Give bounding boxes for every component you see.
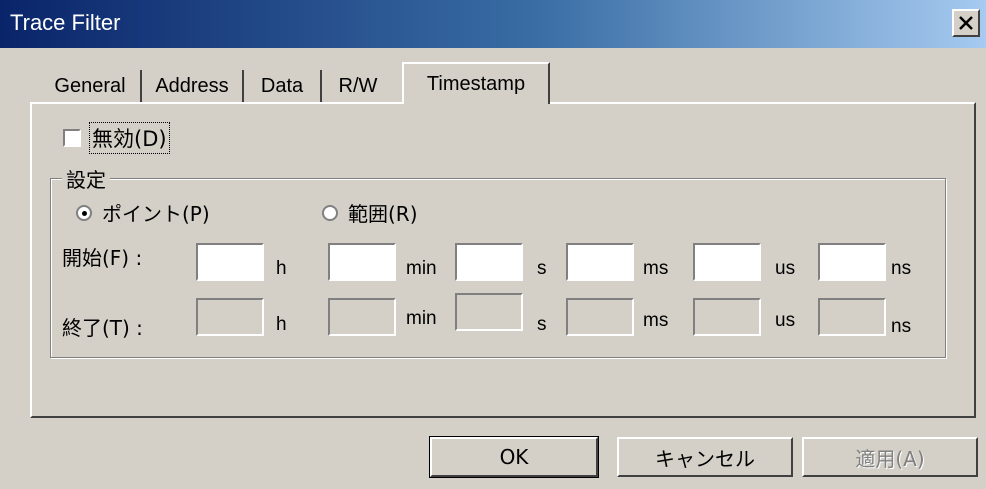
tab-timestamp-label: Timestamp bbox=[426, 72, 526, 95]
tab-data[interactable]: Data bbox=[244, 70, 322, 103]
start-hours-unit: h bbox=[276, 258, 287, 279]
disable-checkbox-row[interactable]: 無効(D) bbox=[63, 122, 170, 154]
radio-range-button[interactable] bbox=[322, 204, 338, 221]
start-microseconds-field[interactable] bbox=[693, 243, 761, 281]
start-nanoseconds-field[interactable] bbox=[818, 243, 886, 281]
start-seconds-field[interactable] bbox=[455, 243, 523, 281]
start-milliseconds-field[interactable] bbox=[566, 243, 634, 281]
tab-timestamp[interactable]: Timestamp bbox=[402, 62, 550, 104]
start-nanoseconds-unit: ns bbox=[891, 258, 912, 279]
end-hours-field bbox=[196, 298, 264, 336]
tab-data-label: Data bbox=[260, 75, 304, 97]
end-seconds-input bbox=[457, 295, 521, 329]
end-milliseconds-field bbox=[566, 298, 634, 336]
end-minutes-input bbox=[330, 300, 394, 334]
close-icon bbox=[959, 16, 973, 30]
cancel-button-label: キャンセル bbox=[655, 446, 755, 471]
start-minutes-field[interactable] bbox=[328, 243, 396, 281]
start-microseconds-unit: us bbox=[775, 258, 796, 279]
cancel-button[interactable]: キャンセル bbox=[617, 437, 793, 477]
radio-point[interactable]: ポイント(P) bbox=[76, 198, 210, 227]
close-button[interactable] bbox=[952, 9, 980, 37]
apply-button-label: 適用(A) bbox=[855, 446, 925, 471]
start-hours-input[interactable] bbox=[198, 245, 262, 279]
end-microseconds-unit: us bbox=[775, 310, 796, 331]
tab-address-label: Address bbox=[155, 75, 229, 97]
end-seconds-unit: s bbox=[537, 314, 547, 335]
tab-general[interactable]: General bbox=[40, 70, 142, 103]
radio-point-label: ポイント(P) bbox=[102, 202, 210, 226]
start-nanoseconds-input[interactable] bbox=[820, 245, 884, 279]
start-seconds-unit: s bbox=[537, 258, 547, 279]
start-milliseconds-unit: ms bbox=[643, 258, 669, 279]
apply-button: 適用(A) bbox=[802, 437, 978, 477]
settings-group-label: 設定 bbox=[62, 164, 110, 193]
end-milliseconds-unit: ms bbox=[643, 310, 669, 331]
tab-rw[interactable]: R/W bbox=[322, 70, 394, 103]
end-label: 終了(T) : bbox=[62, 316, 143, 340]
disable-checkbox[interactable] bbox=[63, 129, 81, 147]
end-microseconds-field bbox=[693, 298, 761, 336]
start-microseconds-input[interactable] bbox=[695, 245, 759, 279]
start-minutes-input[interactable] bbox=[330, 245, 394, 279]
radio-range[interactable]: 範囲(R) bbox=[322, 198, 418, 227]
end-nanoseconds-unit: ns bbox=[891, 316, 912, 337]
end-nanoseconds-input bbox=[820, 300, 884, 334]
end-minutes-field bbox=[328, 298, 396, 336]
start-minutes-unit: min bbox=[406, 258, 437, 279]
window-title: Trace Filter bbox=[10, 10, 121, 35]
ok-button[interactable]: OK bbox=[429, 436, 599, 478]
disable-checkbox-label: 無効(D) bbox=[89, 122, 170, 154]
end-nanoseconds-field bbox=[818, 298, 886, 336]
title-bar: Trace Filter bbox=[0, 0, 986, 48]
end-milliseconds-input bbox=[568, 300, 632, 334]
ok-button-label: OK bbox=[499, 445, 529, 469]
radio-range-label: 範囲(R) bbox=[348, 202, 418, 226]
end-microseconds-input bbox=[695, 300, 759, 334]
start-hours-field[interactable] bbox=[196, 243, 264, 281]
radio-point-button[interactable] bbox=[76, 204, 92, 221]
tab-general-label: General bbox=[54, 75, 126, 97]
start-label: 開始(F) : bbox=[62, 246, 143, 270]
start-seconds-input[interactable] bbox=[457, 245, 521, 279]
tab-rw-label: R/W bbox=[338, 75, 378, 97]
end-hours-input bbox=[198, 300, 262, 334]
end-minutes-unit: min bbox=[406, 308, 437, 329]
end-seconds-field bbox=[455, 293, 523, 331]
end-hours-unit: h bbox=[276, 314, 287, 335]
start-milliseconds-input[interactable] bbox=[568, 245, 632, 279]
tab-address[interactable]: Address bbox=[142, 70, 244, 103]
